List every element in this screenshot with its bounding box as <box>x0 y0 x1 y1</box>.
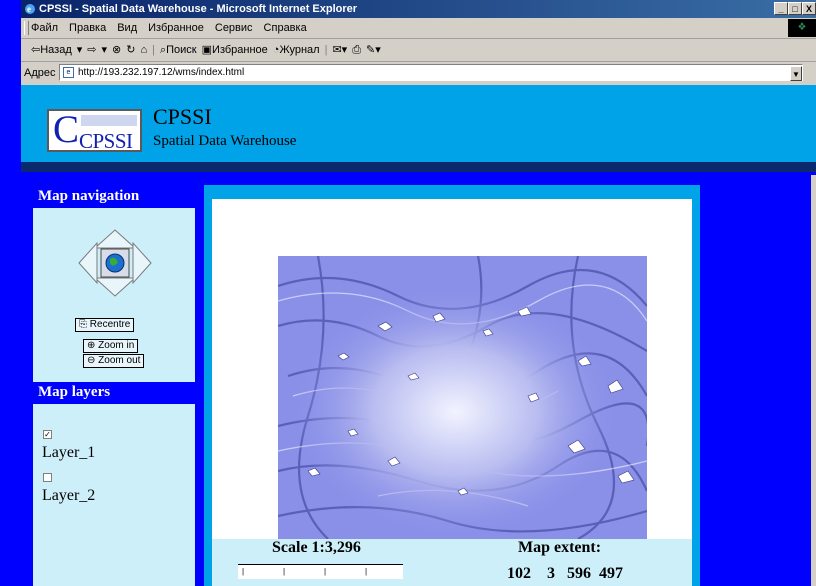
menu-help[interactable]: Справка <box>264 18 307 38</box>
map-footer: Scale 1:3,296 | | | | Map extent: 102 3 596… <box>212 539 692 586</box>
pan-right-icon[interactable] <box>132 241 152 285</box>
favorites-icon: ▣ <box>201 44 213 56</box>
sidebar: Map navigation ⎘ Recentre ⊕ Zoom in ⊖ Zo… <box>33 186 195 586</box>
forward-dropdown-icon[interactable]: ▾ <box>101 39 107 61</box>
address-dropdown-icon[interactable]: ▼ <box>790 66 802 81</box>
zoom-in-icon: ⊕ <box>87 340 99 351</box>
history-label: Журнал <box>279 44 320 56</box>
edit-icon[interactable]: ✎▾ <box>366 39 381 61</box>
back-button[interactable]: ⇦Назад <box>31 39 72 61</box>
zoom-out-icon: ⊖ <box>87 355 99 366</box>
map-extent-label: Map extent: <box>518 539 602 556</box>
scale-bar: | | | | <box>238 564 403 579</box>
site-subtitle: Spatial Data Warehouse <box>153 133 297 149</box>
search-button[interactable]: ⌕Поиск <box>160 39 197 61</box>
close-button[interactable]: X <box>802 2 816 15</box>
address-url: http://193.232.197.12/wms/index.html <box>78 67 245 78</box>
toolbar-grip <box>24 21 29 35</box>
ie-icon: e <box>25 4 35 14</box>
logo-banner <box>81 115 137 126</box>
address-bar: Адрес e http://193.232.197.12/wms/index.… <box>21 62 816 84</box>
menu-tools[interactable]: Сервис <box>215 18 253 38</box>
search-label: Поиск <box>166 44 197 56</box>
toolbar-separator: | <box>324 44 328 56</box>
layer-2-label: Layer_2 <box>42 487 96 504</box>
window-title: CPSSI - Spatial Data Warehouse - Microso… <box>39 3 358 15</box>
pan-left-icon[interactable] <box>78 241 98 285</box>
home-icon[interactable]: ⌂ <box>140 39 147 61</box>
title-bar: e CPSSI - Spatial Data Warehouse - Micro… <box>21 0 816 18</box>
favorites-label: Избранное <box>212 44 268 56</box>
page-header: C CPSSI CPSSI Spatial Data Warehouse <box>21 85 816 162</box>
recentre-icon: ⎘ <box>79 319 90 330</box>
toolbar-separator: | <box>152 44 155 56</box>
menu-edit[interactable]: Правка <box>69 18 106 38</box>
layer-1-checkbox[interactable]: ✓ <box>43 430 52 439</box>
history-button[interactable]: ◔Журнал <box>273 39 320 61</box>
mail-icon[interactable]: ✉▾ <box>332 39 347 61</box>
pan-down-icon[interactable] <box>93 277 137 297</box>
map-frame: Scale 1:3,296 | | | | Map extent: 102 3 596… <box>212 199 692 586</box>
header-divider <box>21 162 816 172</box>
pan-navigation-control[interactable] <box>77 228 153 298</box>
pan-up-icon[interactable] <box>93 229 137 249</box>
maximize-button[interactable]: □ <box>788 2 802 15</box>
zoom-in-label: Zoom in <box>98 340 135 351</box>
refresh-icon[interactable]: ↻ <box>126 39 135 61</box>
map-image[interactable] <box>278 256 647 539</box>
address-input[interactable]: e http://193.232.197.12/wms/index.html ▼ <box>59 64 803 81</box>
browser-window: e CPSSI - Spatial Data Warehouse - Micro… <box>21 0 816 586</box>
windows-logo-icon: ❖ <box>788 19 816 37</box>
map-scale-label: Scale 1:3,296 <box>272 539 361 556</box>
menu-view[interactable]: Вид <box>117 18 137 38</box>
zoom-in-button[interactable]: ⊕ Zoom in <box>83 339 139 353</box>
back-dropdown-icon[interactable]: ▾ <box>77 39 83 61</box>
layer-1-label: Layer_1 <box>42 444 96 461</box>
cpssi-logo[interactable]: C CPSSI <box>47 108 142 153</box>
stop-icon[interactable]: ⊗ <box>112 39 121 61</box>
zoom-out-button[interactable]: ⊖ Zoom out <box>83 354 145 368</box>
standard-toolbar: ⇦Назад ▾ ⇨ ▾ ⊗ ↻ ⌂ | ⌕Поиск ▣Избранное ◔… <box>21 39 816 62</box>
site-name: CPSSI <box>153 104 212 129</box>
page-icon: e <box>63 67 74 78</box>
zoom-out-label: Zoom out <box>98 355 141 366</box>
favorites-button[interactable]: ▣Избранное <box>202 39 268 61</box>
vertical-scrollbar[interactable] <box>811 175 816 586</box>
menu-file[interactable]: Файл <box>31 18 58 38</box>
svg-text:e: e <box>27 4 31 14</box>
forward-button[interactable]: ⇨ <box>87 39 96 61</box>
map-extent-values: 102 3 596 497 <box>507 565 623 582</box>
recentre-button[interactable]: ⎘ Recentre <box>75 318 135 332</box>
map-navigation-title: Map navigation <box>33 186 195 208</box>
print-icon[interactable]: ⎙ <box>352 39 361 61</box>
map-panel: Scale 1:3,296 | | | | Map extent: 102 3 596… <box>204 185 700 586</box>
menu-bar: Файл Правка Вид Избранное Сервис Справка… <box>21 18 816 39</box>
address-label: Адрес <box>24 67 56 79</box>
recentre-label: Recentre <box>89 319 131 330</box>
page-content: C CPSSI CPSSI Spatial Data Warehouse Map… <box>21 85 816 586</box>
minimize-button[interactable]: _ <box>774 2 788 15</box>
map-layers-title: Map layers <box>33 382 195 404</box>
menu-favorites[interactable]: Избранное <box>148 18 204 38</box>
logo-c-glyph: C <box>53 108 80 151</box>
logo-text: CPSSI <box>79 129 133 153</box>
layer-2-checkbox[interactable] <box>43 473 52 482</box>
